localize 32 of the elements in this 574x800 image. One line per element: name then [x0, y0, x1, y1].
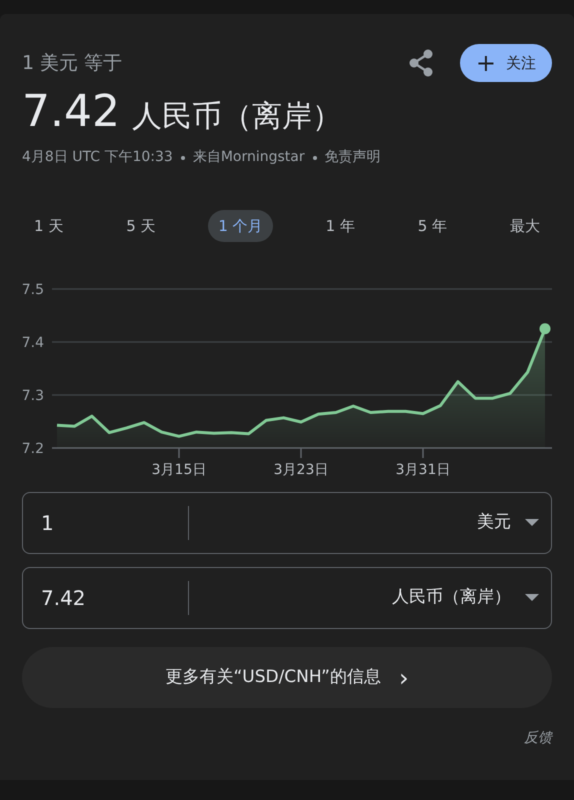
disclaimer-link[interactable]: 免责声明 — [324, 147, 381, 168]
range-tab[interactable]: 1 年 — [316, 210, 365, 242]
currency-name: 人民币（离岸） — [132, 98, 342, 136]
currency-dropdown[interactable]: 美元 — [189, 493, 551, 553]
range-tab[interactable]: 5 天 — [116, 210, 166, 242]
axis-label: 7.2 — [22, 441, 44, 457]
rate-label: 1 美元 等于 — [22, 50, 122, 76]
dropdown-caret-icon — [525, 519, 539, 527]
current-point — [540, 323, 550, 334]
range-tab[interactable]: 5 年 — [408, 210, 458, 242]
meta-text: 4月8日 UTC 下午10:33 — [22, 148, 173, 167]
range-tab[interactable]: 1 天 — [24, 210, 74, 242]
axis-label: 3月31日 — [396, 462, 450, 478]
axis-label: 7.5 — [22, 282, 44, 298]
rate-value: 7.42 — [22, 85, 120, 139]
axis-label: 7.4 — [22, 335, 44, 351]
amount-field[interactable]: 7.42 — [23, 581, 189, 615]
share-icon[interactable] — [408, 49, 434, 77]
meta-text: 来自Morningstar — [192, 148, 305, 167]
range-tab[interactable]: 1 个月 — [208, 210, 273, 242]
follow-button[interactable]: + 关注 — [460, 44, 552, 82]
currency-label: 美元 — [477, 511, 511, 534]
range-tab[interactable]: 最大 — [500, 210, 550, 242]
currency-dropdown[interactable]: 人民币（离岸） — [189, 568, 551, 628]
feedback-link[interactable]: 反馈 — [524, 728, 552, 749]
more-info-button[interactable]: 更多有关“USD/CNH”的信息 › — [22, 647, 552, 708]
axis-label: 7.3 — [22, 388, 44, 404]
amount-field[interactable]: 1 — [23, 506, 189, 540]
dropdown-caret-icon — [525, 594, 539, 602]
currency-label: 人民币（离岸） — [392, 586, 511, 610]
axis-label: 3月23日 — [274, 462, 328, 478]
axis-label: 3月15日 — [152, 462, 206, 478]
